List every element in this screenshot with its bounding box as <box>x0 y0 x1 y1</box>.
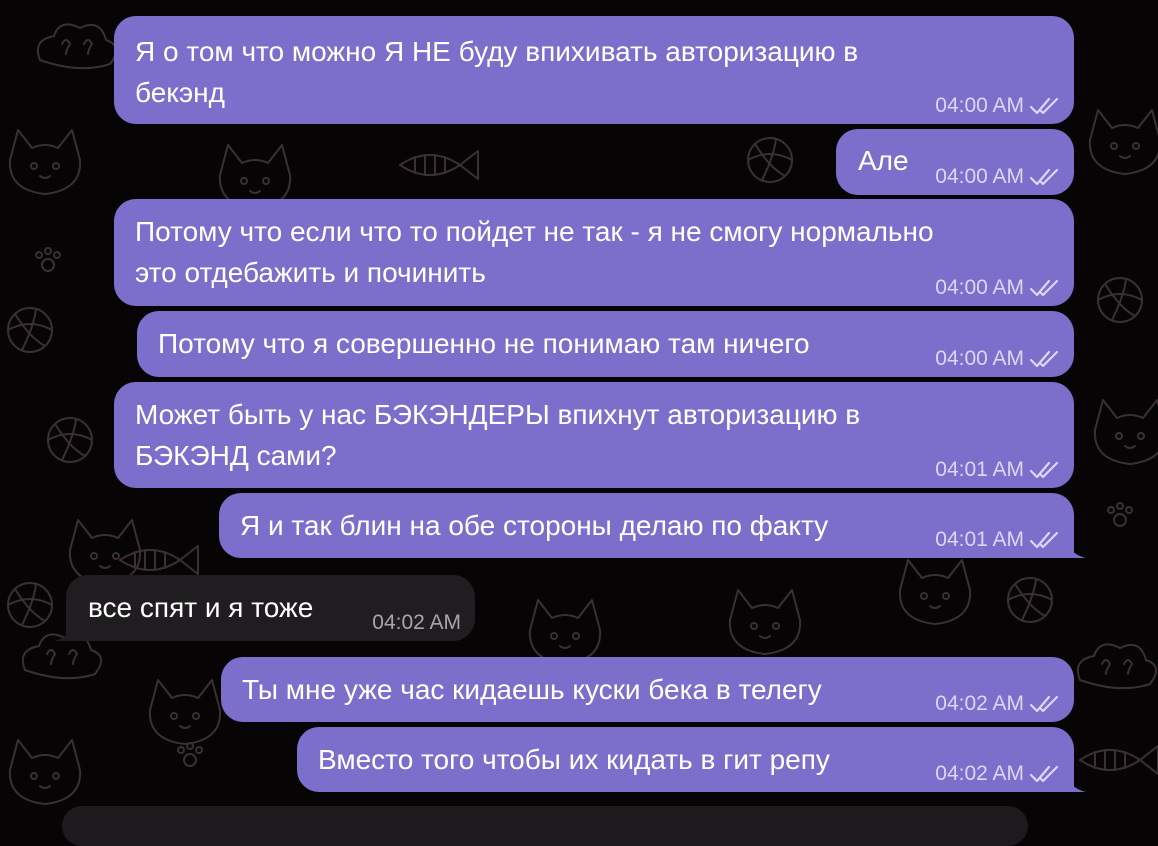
message-bubble-outgoing[interactable]: Я о том что можно Я НЕ буду впихивать ав… <box>114 16 1074 124</box>
message-text-line: бекэнд <box>135 77 225 108</box>
message-text-line: Потому что если что то пойдет не так - я… <box>135 216 934 247</box>
message-meta: 04:02 AM <box>372 611 461 635</box>
message-bubble-incoming[interactable]: все спят и я тоже 04:02 AM <box>54 575 475 641</box>
bubble-tail <box>1066 770 1086 792</box>
message-text-line: Может быть у нас БЭКЭНДЕРЫ впихнут автор… <box>135 399 861 430</box>
message-time: 04:01 AM <box>935 458 1024 481</box>
read-double-check-icon <box>1029 531 1059 549</box>
message-time: 04:00 AM <box>935 347 1024 370</box>
message-meta: 04:02 AM <box>935 762 1060 786</box>
bubble-tail <box>54 619 74 641</box>
read-double-check-icon <box>1029 279 1059 297</box>
message-time: 04:01 AM <box>935 528 1024 551</box>
message-bubble-outgoing[interactable]: Потому что если что то пойдет не так - я… <box>114 199 1074 306</box>
message-time: 04:02 AM <box>935 692 1024 715</box>
message-time: 04:00 AM <box>935 94 1024 117</box>
bubble-tail <box>1066 536 1086 558</box>
read-double-check-icon <box>1029 350 1059 368</box>
read-double-check-icon <box>1029 97 1059 115</box>
read-double-check-icon <box>1029 765 1059 783</box>
message-bubble-outgoing[interactable]: Может быть у нас БЭКЭНДЕРЫ впихнут автор… <box>114 382 1074 488</box>
message-meta: 04:00 AM <box>935 94 1060 118</box>
message-time: 04:02 AM <box>372 611 461 634</box>
message-bubble-outgoing[interactable]: Ты мне уже час кидаешь куски бека в теле… <box>221 657 1074 722</box>
message-text-line: это отдебажить и починить <box>135 257 486 288</box>
message-time: 04:02 AM <box>935 762 1024 785</box>
message-bubble-outgoing[interactable]: Вместо того чтобы их кидать в гит репу 0… <box>297 727 1086 792</box>
message-meta: 04:00 AM <box>935 276 1060 300</box>
message-text-line: Я о том что можно Я НЕ буду впихивать ав… <box>135 36 859 67</box>
message-bubble-outgoing[interactable]: Але 04:00 AM <box>836 129 1074 195</box>
message-bubble-outgoing[interactable]: Потому что я совершенно не понимаю там н… <box>137 311 1074 377</box>
message-meta: 04:01 AM <box>935 528 1060 552</box>
message-composer-panel[interactable] <box>62 806 1028 846</box>
message-bubble-outgoing[interactable]: Я и так блин на обе стороны делаю по фак… <box>219 493 1086 558</box>
message-time: 04:00 AM <box>935 165 1024 188</box>
message-meta: 04:00 AM <box>935 165 1060 189</box>
read-double-check-icon <box>1029 168 1059 186</box>
message-meta: 04:02 AM <box>935 692 1060 716</box>
message-text-line: БЭКЭНД сами? <box>135 440 337 471</box>
message-meta: 04:01 AM <box>935 458 1060 482</box>
message-time: 04:00 AM <box>935 276 1024 299</box>
message-meta: 04:00 AM <box>935 347 1060 371</box>
read-double-check-icon <box>1029 461 1059 479</box>
read-double-check-icon <box>1029 695 1059 713</box>
